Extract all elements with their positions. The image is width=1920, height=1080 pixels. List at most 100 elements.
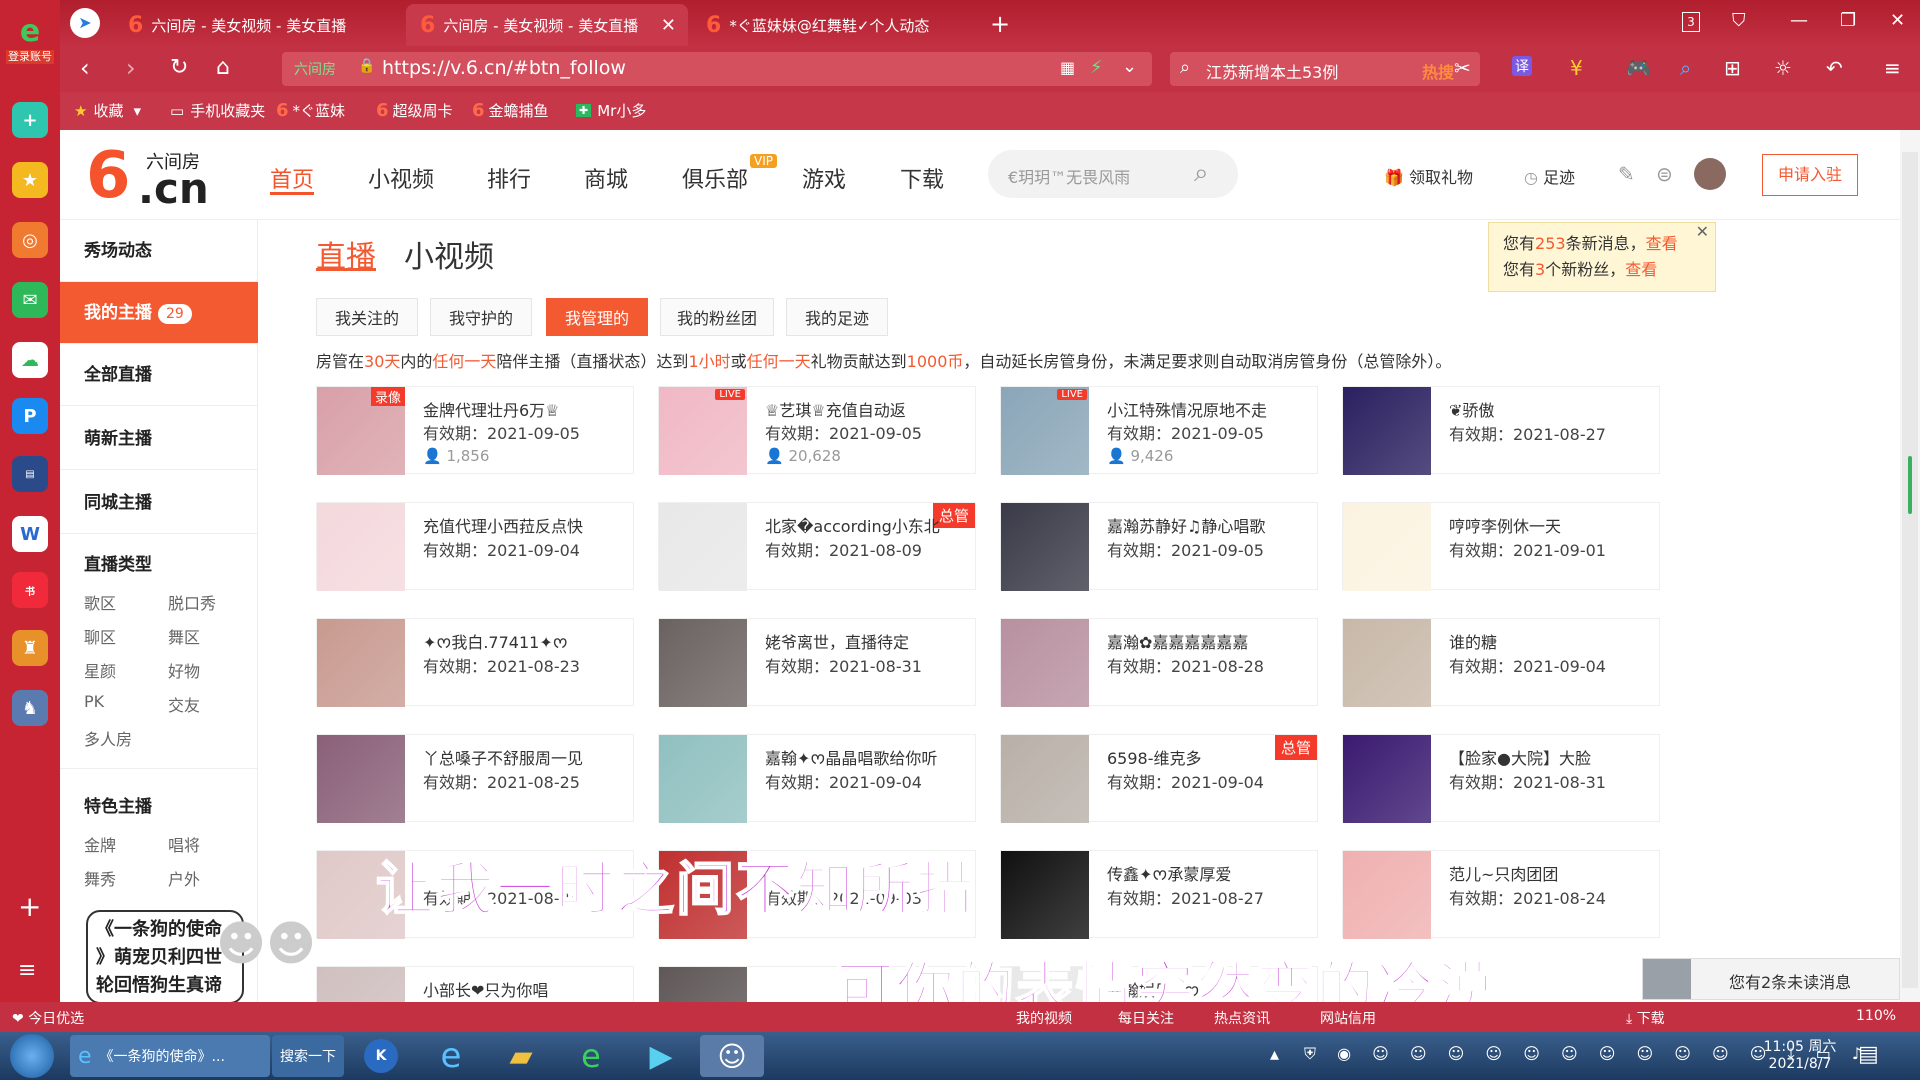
chevron-down-icon[interactable]: ⌄ [1122, 56, 1137, 77]
add-circle-icon[interactable]: + [12, 102, 48, 138]
brightness-icon[interactable]: ☼ [1774, 56, 1792, 80]
footprint-link[interactable]: ◷ 足迹 [1524, 164, 1575, 188]
hot-search-label[interactable]: 热搜 [1422, 59, 1454, 83]
new-tab-button[interactable]: + [990, 10, 1010, 38]
view-fans-link[interactable]: 查看 [1625, 260, 1657, 279]
nav-mall[interactable]: 商城 [584, 162, 628, 194]
magnifier-icon[interactable]: ⌕ [1680, 56, 1691, 80]
host-thumbnail[interactable] [659, 619, 747, 707]
browser-taskbar-icon[interactable]: e [560, 1035, 622, 1077]
host-card[interactable]: 【脸家●大院】大脸 有效期：2021-08-31 [1342, 734, 1660, 823]
bookmark-weekcard[interactable]: 6 超级周卡 [376, 100, 453, 121]
host-thumbnail[interactable]: LIVE [659, 387, 747, 475]
host-card[interactable]: 嘉瀚苏静好♫静心唱歌 有效期：2021-09-05 [1000, 502, 1318, 591]
grid-icon[interactable]: ⊞ [1724, 56, 1741, 80]
message-icon[interactable]: ⊜ [1656, 162, 1673, 186]
feature-link[interactable]: 唱将 [168, 832, 200, 856]
host-name[interactable]: 嘉翰✦ᰔ晶晶唱歌给你听 [765, 745, 965, 772]
close-icon[interactable]: ✕ [1696, 219, 1709, 245]
host-thumbnail[interactable] [1343, 735, 1431, 823]
folder-icon[interactable]: ▰ [490, 1035, 552, 1077]
host-name[interactable]: 嘉瀚✿嘉嘉嘉嘉嘉嘉 [1107, 629, 1307, 653]
browser-logo-icon[interactable]: e 登录账号 [6, 14, 54, 64]
tab-3[interactable]: 6 *ぐ蓝妹妹@红舞鞋✓个人动态 [692, 4, 992, 46]
type-link[interactable]: 交友 [168, 692, 200, 716]
gamepad-icon[interactable]: 🎮 [1626, 56, 1651, 80]
host-card[interactable]: 哼哼李例休一天 有效期：2021-09-01 [1342, 502, 1660, 591]
filter-fan-club[interactable]: 我的粉丝团 [660, 298, 774, 336]
host-thumbnail[interactable] [317, 619, 405, 707]
host-name[interactable]: 谁的糖 [1449, 629, 1649, 653]
add-app-icon[interactable]: + [18, 890, 41, 923]
bookmark-lanmei[interactable]: 6 *ぐ蓝妹 [276, 100, 345, 121]
host-card[interactable]: LIVE 小江特殊情况原地不走 有效期：2021-09-05 👤 9,426 [1000, 386, 1318, 475]
apply-button[interactable]: 申请入驻 [1762, 154, 1858, 196]
host-thumbnail[interactable] [659, 735, 747, 823]
host-card[interactable]: 录像 金牌代理壮丹6万♕ 有效期：2021-09-05 👤 1,856 [316, 386, 634, 475]
host-card[interactable]: ❦骄傲 有效期：2021-08-27 [1342, 386, 1660, 475]
host-thumbnail[interactable]: LIVE [1001, 387, 1089, 475]
host-thumbnail[interactable] [659, 503, 747, 591]
nav-game[interactable]: 游戏 [802, 162, 846, 194]
feature-link[interactable]: 户外 [168, 866, 200, 890]
host-name[interactable]: 6598-维克多 [1107, 745, 1307, 769]
close-icon[interactable]: ✕ [661, 15, 676, 36]
nav-home[interactable]: 首页 [270, 162, 314, 194]
type-link[interactable]: 多人房 [84, 726, 132, 750]
today-picks[interactable]: ❤ 今日优选 [12, 1008, 84, 1028]
host-name[interactable]: 北家�according小东北 [765, 513, 965, 537]
host-name[interactable]: ♕艺琪♕充值自动返 [765, 397, 965, 421]
host-name[interactable]: 丫总嗓子不舒服周一见 [423, 745, 623, 769]
translate-icon[interactable]: 译 [1512, 56, 1532, 76]
host-name[interactable]: 嘉瀚苏静好♫静心唱歌 [1107, 513, 1307, 537]
nav-club[interactable]: 俱乐部 [682, 162, 748, 194]
status-download[interactable]: ⤓ 下载 [1626, 1008, 1665, 1028]
nav-rank[interactable]: 排行 [487, 162, 531, 194]
filter-footprint[interactable]: 我的足迹 [786, 298, 888, 336]
host-thumbnail[interactable] [1001, 503, 1089, 591]
host-name[interactable]: ✦ᰔ我白.77411✦ᰔ [423, 629, 623, 656]
status-my-videos[interactable]: 我的视频 [1016, 1008, 1072, 1028]
host-card[interactable]: 充值代理小西菈反点快 有效期：2021-09-04 [316, 502, 634, 591]
bookmark-fish[interactable]: 6 金蟾捕鱼 [472, 100, 549, 121]
start-button[interactable] [10, 1034, 54, 1078]
host-name[interactable]: 姥爷离世，直播待定 [765, 629, 965, 653]
sidebar-item-all-live[interactable]: 全部直播 [60, 344, 258, 406]
status-news[interactable]: 热点资讯 [1214, 1008, 1270, 1028]
qr-icon[interactable]: ▦ [1060, 58, 1075, 77]
browser-menu-icon[interactable]: ≡ [1884, 56, 1901, 80]
shirt-icon[interactable]: ⛉ [1732, 10, 1746, 31]
filter-managing[interactable]: 我管理的 [546, 298, 648, 336]
bookmark-mrxiaoduo[interactable]: ✚ Mr小多 [576, 100, 646, 121]
taskbar-ie-window[interactable]: e 《一条狗的使命》... [70, 1035, 270, 1077]
k-app-icon[interactable]: K [350, 1035, 412, 1077]
type-link[interactable]: 聊区 [84, 624, 116, 648]
bookmark-favorites[interactable]: ★ 收藏 ▾ [74, 100, 141, 121]
host-thumbnail[interactable]: 录像 [317, 387, 405, 475]
login-account-label[interactable]: 登录账号 [6, 50, 54, 64]
status-daily[interactable]: 每日关注 [1118, 1008, 1174, 1028]
ie-taskbar-icon[interactable]: e [420, 1035, 482, 1077]
tab-short-video[interactable]: 小视频 [404, 232, 494, 276]
host-name[interactable]: 哼哼李例休一天 [1449, 513, 1649, 537]
scroll-thumb[interactable] [1908, 456, 1912, 514]
url-text[interactable]: https://v.6.cn/#btn_follow [382, 57, 626, 79]
host-name[interactable]: 金牌代理壮丹6万♕ [423, 397, 623, 421]
search-box[interactable]: ⌕ 江苏新增本土53例 热搜 [1170, 52, 1480, 86]
sidebar-item-new-hosts[interactable]: 萌新主播 [60, 408, 258, 470]
weibo-icon[interactable]: ◎ [12, 222, 48, 258]
host-name[interactable]: ❦骄傲 [1449, 397, 1649, 421]
restore-icon[interactable]: ❐ [1840, 10, 1856, 31]
host-thumbnail[interactable] [1343, 619, 1431, 707]
host-thumbnail[interactable] [1001, 851, 1089, 939]
url-bar[interactable]: 六间房 🔒 https://v.6.cn/#btn_follow ▦ ⚡ ⌄ [282, 52, 1152, 86]
game-icon[interactable]: ♜ [12, 630, 48, 666]
page-scrollbar[interactable] [1900, 130, 1920, 1002]
bookmark-mobile[interactable]: ▭ 手机收藏夹 [170, 100, 265, 121]
type-link[interactable]: PK [84, 692, 104, 711]
home-icon[interactable]: ⌂ [216, 56, 230, 80]
host-card[interactable]: 谁的糖 有效期：2021-09-04 [1342, 618, 1660, 707]
tray-arrow-icon[interactable]: ▴ [1270, 1044, 1279, 1065]
undo-icon[interactable]: ↶ [1826, 56, 1843, 80]
host-card[interactable]: 嘉瀚✿嘉嘉嘉嘉嘉嘉 有效期：2021-08-28 [1000, 618, 1318, 707]
